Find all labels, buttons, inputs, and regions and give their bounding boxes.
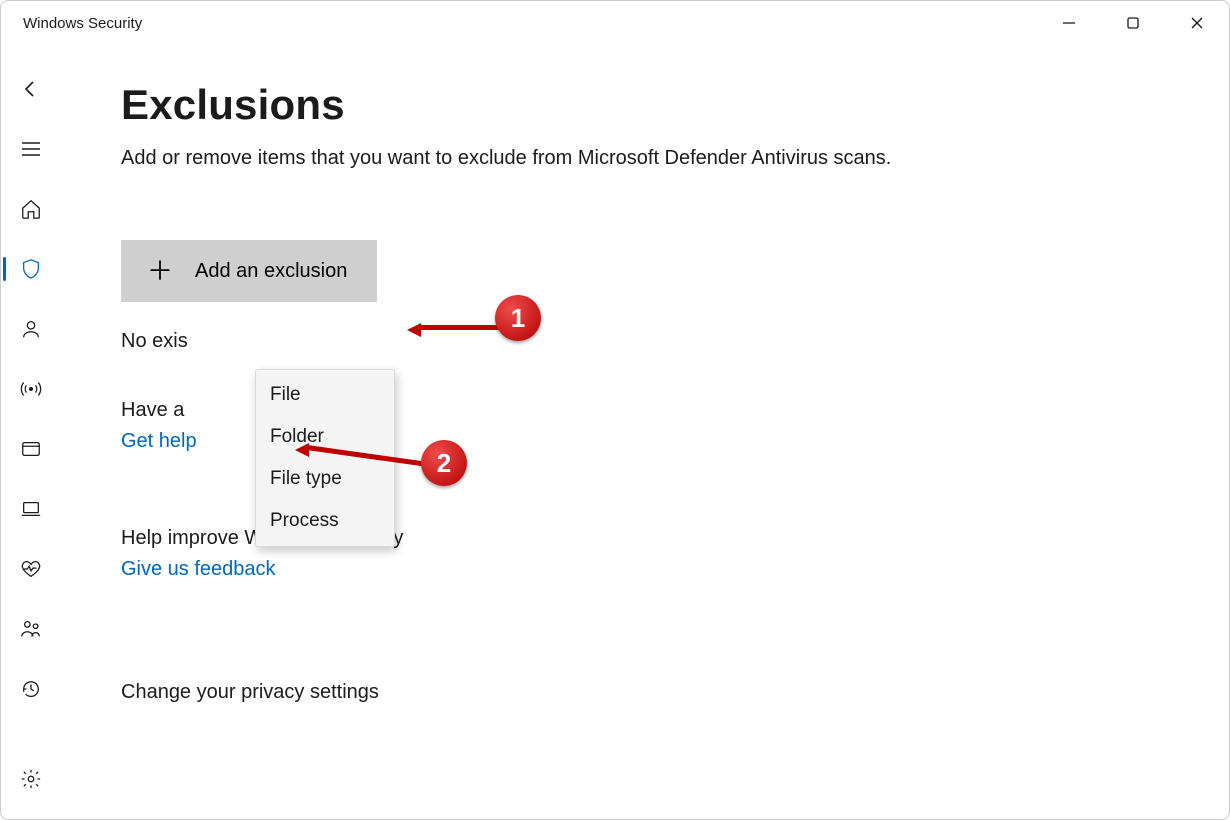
home-icon xyxy=(20,198,42,220)
menu-item-process[interactable]: Process xyxy=(256,500,394,542)
hamburger-icon xyxy=(21,141,41,157)
shield-icon xyxy=(20,258,42,280)
menu-item-file-type[interactable]: File type xyxy=(256,458,394,500)
window-controls xyxy=(1037,1,1229,45)
titlebar: Windows Security xyxy=(1,1,1229,45)
main-content: Exclusions Add or remove items that you … xyxy=(61,45,1229,819)
minimize-icon xyxy=(1062,16,1076,30)
exclusions-status: No exis xyxy=(121,330,1189,353)
feedback-link[interactable]: Give us feedback xyxy=(121,558,276,581)
menu-button[interactable] xyxy=(1,119,61,179)
back-button[interactable] xyxy=(1,59,61,119)
nav-app-browser[interactable] xyxy=(1,419,61,479)
menu-item-file[interactable]: File xyxy=(256,374,394,416)
app-window: Windows Security xyxy=(0,0,1230,820)
annotation-badge-2: 2 xyxy=(421,440,467,486)
arrow-left-icon xyxy=(19,77,43,101)
nav-family[interactable] xyxy=(1,599,61,659)
nav-device-security[interactable] xyxy=(1,479,61,539)
person-icon xyxy=(20,318,42,340)
privacy-heading: Change your privacy settings xyxy=(121,681,1189,704)
nav-performance[interactable] xyxy=(1,539,61,599)
page-subtitle: Add or remove items that you want to exc… xyxy=(121,147,1189,170)
annotation-badge-1: 1 xyxy=(495,295,541,341)
window-icon xyxy=(20,438,42,460)
app-title: Windows Security xyxy=(23,15,142,32)
nav-virus-protection[interactable] xyxy=(1,239,61,299)
add-exclusion-button[interactable]: ＋ Add an exclusion xyxy=(121,240,377,302)
gear-icon xyxy=(20,768,42,790)
nav-home[interactable] xyxy=(1,179,61,239)
history-icon xyxy=(20,678,42,700)
nav-settings[interactable] xyxy=(1,749,61,809)
sidebar xyxy=(1,45,61,819)
add-exclusion-label: Add an exclusion xyxy=(195,260,347,283)
nav-firewall[interactable] xyxy=(1,359,61,419)
nav-account[interactable] xyxy=(1,299,61,359)
maximize-icon xyxy=(1126,16,1140,30)
minimize-button[interactable] xyxy=(1037,1,1101,45)
family-icon xyxy=(20,618,42,640)
nav-history[interactable] xyxy=(1,659,61,719)
heart-pulse-icon xyxy=(20,558,42,580)
close-icon xyxy=(1190,16,1204,30)
antenna-icon xyxy=(20,378,42,400)
page-heading: Exclusions xyxy=(121,81,1189,129)
plus-icon: ＋ xyxy=(147,258,173,284)
laptop-icon xyxy=(20,498,42,520)
get-help-link[interactable]: Get help xyxy=(121,430,197,453)
maximize-button[interactable] xyxy=(1101,1,1165,45)
close-button[interactable] xyxy=(1165,1,1229,45)
